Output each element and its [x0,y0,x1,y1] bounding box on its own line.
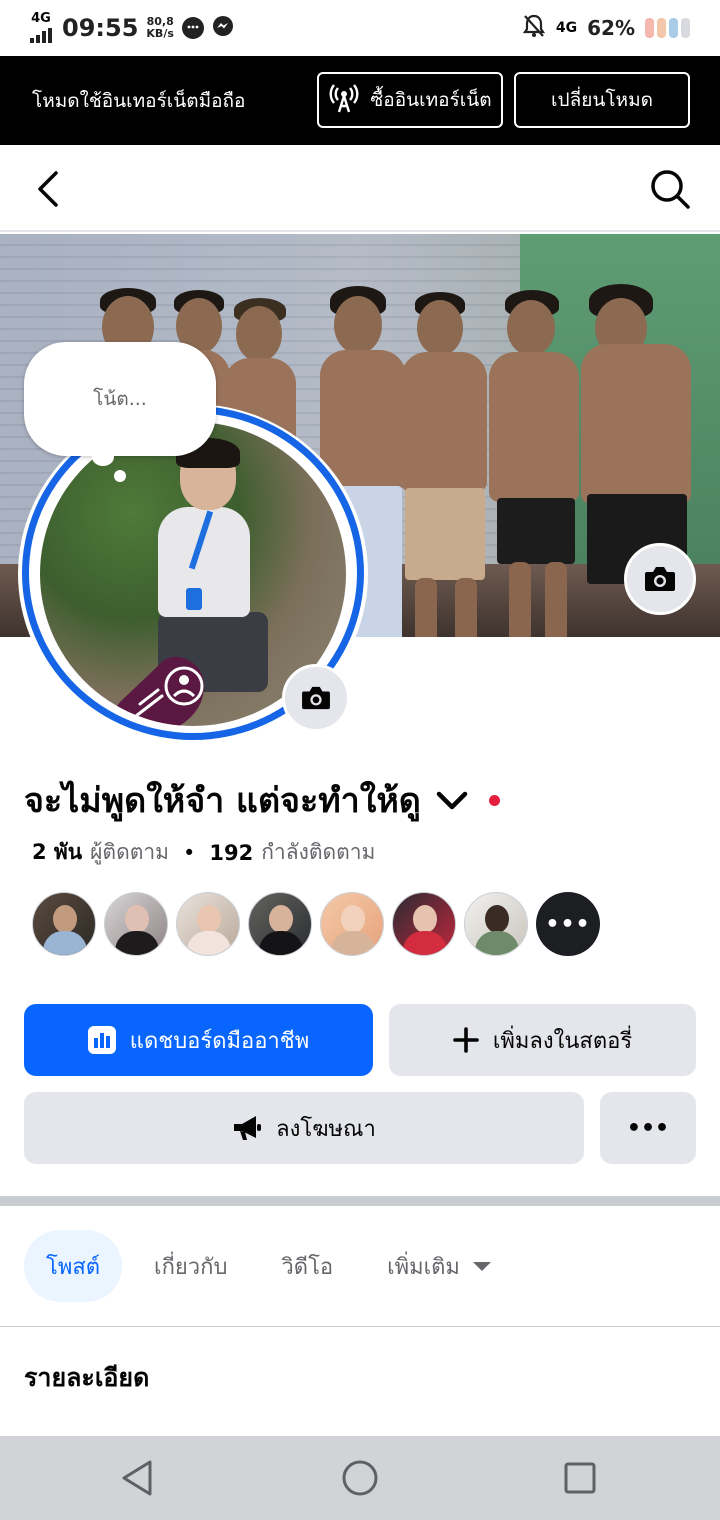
status-right: 4G 62% [522,13,690,43]
tab-videos[interactable]: วิดีโอ [259,1230,355,1302]
add-to-story-label: เพิ่มลงในสตอรี่ [492,1028,633,1054]
advertise-button[interactable]: ลงโฆษณา [24,1092,584,1164]
section-divider [0,1196,720,1206]
friend-avatar[interactable] [320,892,384,956]
friend-avatar[interactable] [32,892,96,956]
system-home-icon[interactable] [338,1456,382,1500]
friend-avatar[interactable] [464,892,528,956]
friend-avatar[interactable] [176,892,240,956]
network-speed: 80,8 KB/s [146,16,173,40]
friend-avatar[interactable] [248,892,312,956]
signal-icon [30,25,52,43]
follow-stats: 2 พัน ผู้ติดตาม • 192 กำลังติดตาม [32,836,375,869]
tab-more-label: เพิ่มเติม [387,1254,460,1280]
signal-group: 4G [30,11,52,43]
chat-bubble-icon [181,17,204,39]
professional-mode-icon [101,656,204,726]
network-type-right: 4G [555,20,578,36]
friend-avatar[interactable] [104,892,168,956]
add-to-story-button[interactable]: เพิ่มลงในสตอรี่ [389,1004,696,1076]
search-icon[interactable] [648,167,692,211]
antenna-icon [328,82,360,119]
profile-tabs: โพสต์ เกี่ยวกับ วิดีโอ เพิ่มเติม [24,1230,514,1302]
tabs-separator [0,1326,720,1327]
note-tail [114,470,126,482]
notification-dot [488,794,500,806]
status-bar: 4G 09:55 80,8 KB/s 4G 62% [0,0,720,56]
messenger-icon [212,15,234,41]
professional-dashboard-label: แดชบอร์ดมืออาชีพ [129,1028,310,1054]
mobile-data-banner: โหมดใช้อินเทอร์เน็ตมือถือ ซื้ออินเทอร์เน… [0,56,720,145]
megaphone-icon [234,1116,262,1140]
system-recents-icon[interactable] [558,1456,602,1500]
chevron-down-icon[interactable] [435,783,469,817]
camera-icon [302,686,330,710]
system-back-icon[interactable] [116,1456,160,1500]
plus-icon [453,1027,479,1053]
switch-mode-button[interactable]: เปลี่ยนโหมด [514,72,690,128]
profile-header [0,145,720,232]
speed-unit: KB/s [146,27,174,40]
battery-icon [645,18,690,38]
details-heading: รายละเอียด [24,1363,150,1392]
back-arrow-icon[interactable] [28,165,68,213]
following-count[interactable]: 192 [209,841,253,865]
buy-internet-button[interactable]: ซื้ออินเทอร์เน็ต [317,72,503,128]
tab-about-label: เกี่ยวกับ [154,1254,228,1280]
professional-dashboard-button[interactable]: แดชบอร์ดมืออาชีพ [24,1004,373,1076]
tab-posts[interactable]: โพสต์ [24,1230,123,1302]
edit-profile-picture-button[interactable] [282,664,350,732]
following-label[interactable]: กำลังติดตาม [261,836,375,869]
note-placeholder: โน้ต... [93,388,147,410]
status-left: 4G 09:55 80,8 KB/s [30,11,234,43]
note-bubble[interactable]: โน้ต... [24,342,216,456]
more-options-button[interactable]: ••• [600,1092,696,1164]
dashboard-chart-icon [87,1026,116,1054]
system-navigation-bar [0,1436,720,1520]
switch-mode-label: เปลี่ยนโหมด [551,89,653,111]
followers-label[interactable]: ผู้ติดตาม [90,836,169,869]
friends-row: ••• [32,892,600,956]
tab-about[interactable]: เกี่ยวกับ [132,1230,249,1302]
profile-name: จะไม่พูดให้จำ แต่จะทำให้ดู [24,781,421,821]
caret-down-icon [472,1262,491,1271]
edit-cover-button[interactable] [624,543,696,615]
tab-videos-label: วิดีโอ [281,1254,334,1280]
camera-icon [645,567,675,591]
data-mode-text: โหมดใช้อินเทอร์เน็ตมือถือ [32,89,246,112]
note-tail [92,448,114,466]
followers-count[interactable]: 2 พัน [32,836,82,869]
stats-separator: • [182,840,196,865]
clock: 09:55 [62,14,139,42]
advertise-label: ลงโฆษณา [276,1116,376,1142]
profile-name-row: จะไม่พูดให้จำ แต่จะทำให้ดู [24,772,500,828]
more-friends-button[interactable]: ••• [536,892,600,956]
bell-off-icon [522,13,546,43]
friend-avatar[interactable] [392,892,456,956]
network-type: 4G [31,11,51,26]
buy-internet-label: ซื้ออินเทอร์เน็ต [370,89,492,111]
tab-posts-label: โพสต์ [46,1254,101,1280]
tab-more[interactable]: เพิ่มเติม [365,1230,514,1302]
battery-percent: 62% [587,16,635,40]
